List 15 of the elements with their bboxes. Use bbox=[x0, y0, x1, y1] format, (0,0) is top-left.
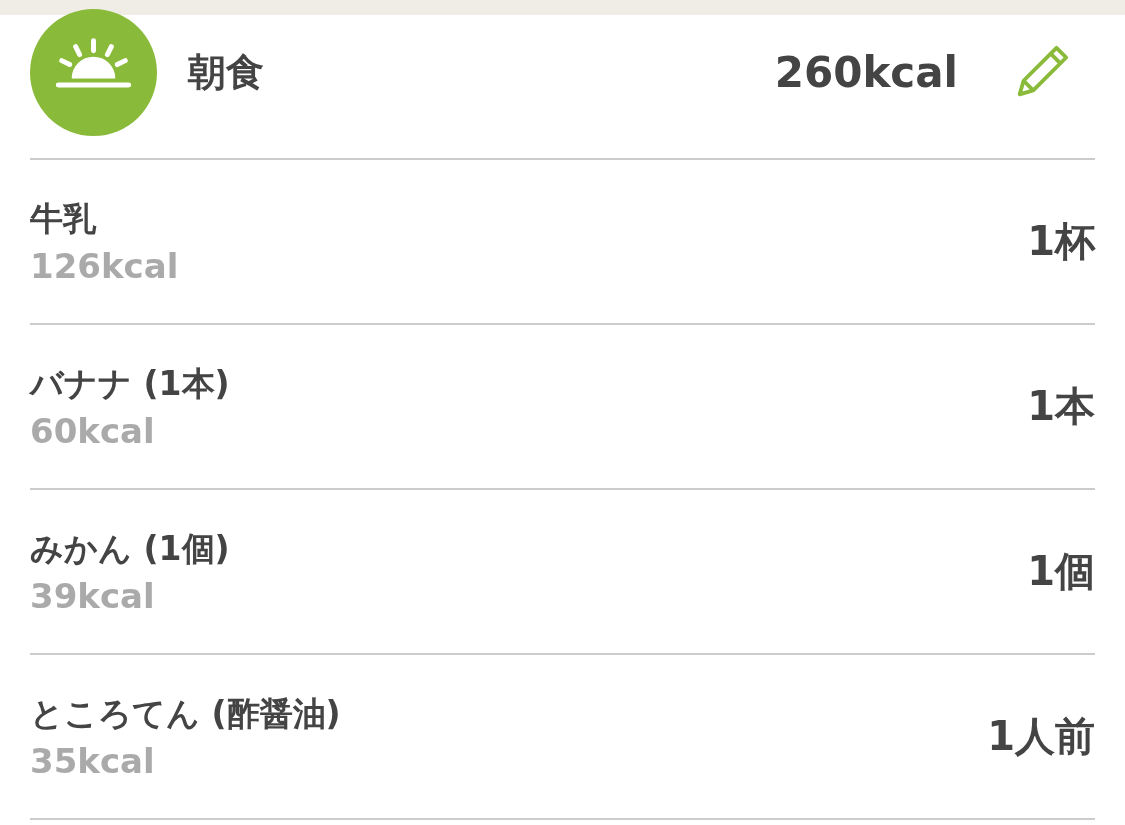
food-name: 牛乳 bbox=[30, 198, 98, 240]
food-quantity: 1杯 bbox=[1027, 217, 1095, 266]
food-quantity: 1人前 bbox=[987, 712, 1095, 761]
food-name: みかん (1個) bbox=[30, 528, 230, 570]
meal-total-calories: 260kcal bbox=[774, 48, 958, 97]
food-quantity: 1本 bbox=[1027, 382, 1095, 431]
meal-title: 朝食 bbox=[188, 49, 265, 96]
food-calories: 60kcal bbox=[30, 411, 156, 451]
food-calories: 39kcal bbox=[30, 576, 156, 616]
food-name: バナナ (1本) bbox=[30, 363, 230, 405]
food-name: ところてん (酢醤油) bbox=[30, 693, 341, 735]
food-calories: 126kcal bbox=[30, 246, 179, 286]
food-quantity: 1個 bbox=[1027, 547, 1095, 596]
sunrise-icon bbox=[30, 9, 157, 136]
food-calories: 35kcal bbox=[30, 741, 156, 781]
